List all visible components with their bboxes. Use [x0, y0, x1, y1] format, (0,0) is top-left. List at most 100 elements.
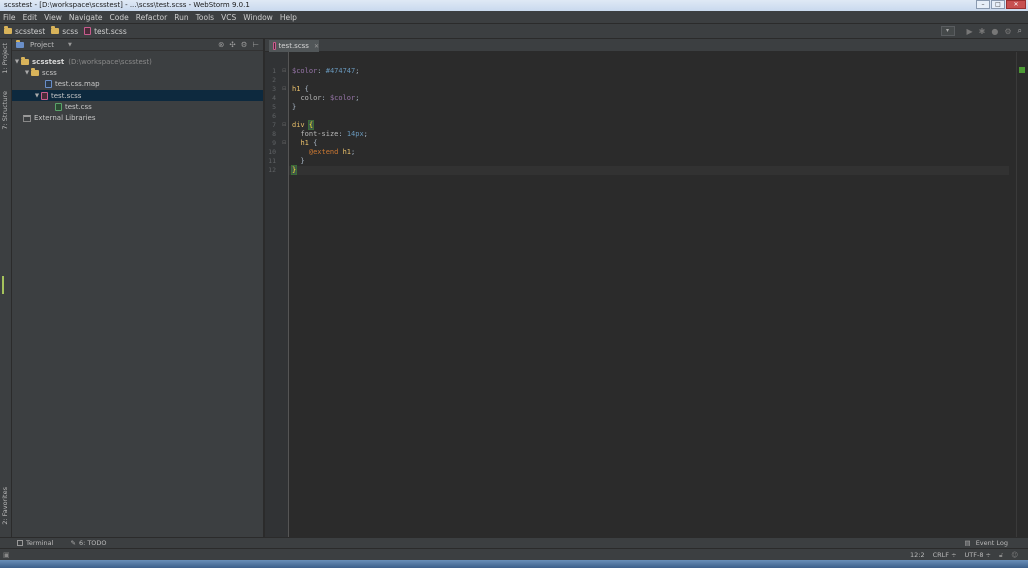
project-tool-tab[interactable]: 1: Project: [1, 43, 9, 74]
terminal-label: Terminal: [26, 539, 54, 547]
menu-refactor[interactable]: Refactor: [136, 13, 167, 22]
menu-run[interactable]: Run: [174, 13, 188, 22]
menu-help[interactable]: Help: [280, 13, 297, 22]
minimize-button[interactable]: –: [976, 0, 990, 9]
tree-item-scss[interactable]: ▼ scss: [12, 67, 263, 78]
line-number: 10: [268, 148, 276, 156]
expand-arrow-icon[interactable]: ▼: [33, 93, 41, 99]
code-content: $color: #474747; h1 { color: $color; } d…: [290, 67, 368, 175]
window-title: scsstest - [D:\workspace\scsstest] - ...…: [4, 1, 250, 9]
breadcrumb-folder[interactable]: scss: [51, 26, 79, 36]
run-icon[interactable]: ▶: [967, 27, 973, 36]
scss-file-icon: [84, 27, 92, 35]
line-number: 7: [272, 121, 276, 129]
line-number: 5: [272, 103, 276, 111]
tab-test-scss[interactable]: test.scss ✕: [269, 40, 319, 52]
tree-item-external-libraries[interactable]: External Libraries: [12, 112, 263, 123]
scss-file-icon: [41, 91, 48, 100]
fold-marker-icon[interactable]: ⊟: [282, 68, 286, 74]
close-tab-icon[interactable]: ✕: [314, 43, 319, 50]
todo-label: 6: TODO: [78, 539, 107, 547]
project-panel-header: Project ▼ ⊗ ✣ ⚙ ⊢: [12, 39, 263, 51]
tree-item-scss-file[interactable]: ▼ test.scss: [12, 89, 263, 102]
collapse-icon[interactable]: ✣: [229, 40, 235, 49]
stop-icon[interactable]: ●: [991, 27, 998, 36]
tree-item-label: test.css.map: [55, 80, 100, 89]
menu-view[interactable]: View: [44, 13, 62, 22]
line-number: 8: [272, 130, 276, 138]
fold-marker-icon[interactable]: ⊟: [282, 122, 286, 128]
run-config-dropdown[interactable]: ▾: [940, 26, 955, 36]
breadcrumb-label: scss: [62, 26, 79, 36]
event-log-icon: ▤: [964, 539, 971, 547]
hide-panel-icon[interactable]: ⊢: [252, 40, 259, 49]
menu-bar: File Edit View Navigate Code Refactor Ru…: [0, 11, 1028, 23]
menu-vcs[interactable]: VCS: [221, 13, 236, 22]
caret-position[interactable]: 12:2: [910, 551, 925, 560]
tree-item-label: External Libraries: [34, 114, 96, 123]
line-number: 4: [272, 94, 276, 102]
tab-label: test.scss: [278, 42, 309, 50]
fold-marker-icon[interactable]: ⊟: [282, 86, 286, 92]
caret-line-highlight: [289, 166, 1009, 175]
terminal-tool-button[interactable]: Terminal: [17, 539, 53, 547]
tree-item-label: test.css: [65, 102, 92, 111]
project-view-label[interactable]: Project: [30, 41, 54, 49]
fold-marker-icon[interactable]: ⊟: [282, 140, 286, 146]
code-line: color: $color;: [300, 94, 360, 102]
tree-item-css[interactable]: test.css: [12, 101, 263, 112]
expand-arrow-icon[interactable]: ▼: [23, 70, 31, 76]
menu-code[interactable]: Code: [110, 13, 129, 22]
terminal-icon: [17, 540, 23, 546]
close-window-button[interactable]: ✕: [1006, 0, 1026, 9]
project-panel: Project ▼ ⊗ ✣ ⚙ ⊢ ▼ scsstest (D:\workspa…: [12, 39, 264, 537]
settings-icon[interactable]: ⚙: [1004, 27, 1011, 36]
todo-tool-button[interactable]: ✎ 6: TODO: [70, 539, 106, 547]
event-log-label: Event Log: [975, 539, 1008, 547]
inspection-ok-icon[interactable]: [1019, 67, 1025, 73]
breadcrumb-project[interactable]: scsstest: [4, 26, 46, 36]
file-encoding[interactable]: UTF-8 ÷: [965, 551, 991, 560]
menu-tools[interactable]: Tools: [196, 13, 214, 22]
status-toggle-icon[interactable]: ▣: [3, 551, 10, 559]
line-separator[interactable]: CRLF ÷: [933, 551, 957, 560]
expand-arrow-icon[interactable]: ▼: [13, 59, 21, 65]
css-file-icon: [55, 102, 62, 111]
menu-navigate[interactable]: Navigate: [69, 13, 103, 22]
inspector-icon[interactable]: ☺: [1011, 551, 1018, 560]
error-stripe[interactable]: [1016, 52, 1028, 537]
navigation-bar: scsstest scss test.scss ▾ ▶ ✱ ● ⚙ ⌕: [0, 23, 1028, 39]
menu-window[interactable]: Window: [243, 13, 273, 22]
tree-root-path: (D:\workspace\scsstest): [68, 57, 152, 66]
breadcrumb-label: scsstest: [15, 26, 46, 36]
folder-icon: [21, 56, 29, 65]
breadcrumb-file[interactable]: test.scss: [84, 27, 127, 36]
search-icon[interactable]: ⌕: [1018, 26, 1022, 36]
line-number: 1: [272, 67, 276, 75]
code-editor[interactable]: 1 2 3 4 5 6 7 8 9 10 11 12 ⊟ ⊟ ⊟ ⊟ $colo…: [265, 52, 1028, 537]
tree-root[interactable]: ▼ scsstest (D:\workspace\scsstest): [12, 56, 263, 67]
code-line: h1 {: [300, 139, 318, 147]
chevron-down-icon[interactable]: ▼: [68, 42, 72, 48]
favorites-tool-tab[interactable]: 2: Favorites: [1, 487, 9, 525]
gear-icon[interactable]: ⚙: [241, 40, 248, 49]
line-number: 2: [272, 76, 276, 84]
structure-tool-tab[interactable]: 7: Structure: [1, 91, 9, 130]
debug-icon[interactable]: ✱: [979, 27, 986, 36]
sync-icon[interactable]: ⊗: [218, 40, 224, 49]
code-line: }: [292, 157, 305, 165]
folder-icon: [4, 26, 12, 34]
project-view-icon: [16, 39, 24, 48]
lock-icon[interactable]: 🔓︎: [999, 551, 1003, 560]
tree-item-map[interactable]: test.css.map: [12, 79, 263, 90]
library-icon: [23, 114, 31, 122]
menu-edit[interactable]: Edit: [23, 13, 38, 22]
folder-icon: [51, 26, 60, 34]
code-line: div {: [292, 120, 315, 130]
menu-file[interactable]: File: [3, 13, 16, 22]
editor-gutter: 1 2 3 4 5 6 7 8 9 10 11 12 ⊟ ⊟ ⊟ ⊟: [265, 52, 289, 537]
line-number: 6: [272, 112, 276, 120]
maximize-button[interactable]: □: [991, 0, 1005, 9]
event-log-button[interactable]: ▤ Event Log: [964, 539, 1008, 547]
